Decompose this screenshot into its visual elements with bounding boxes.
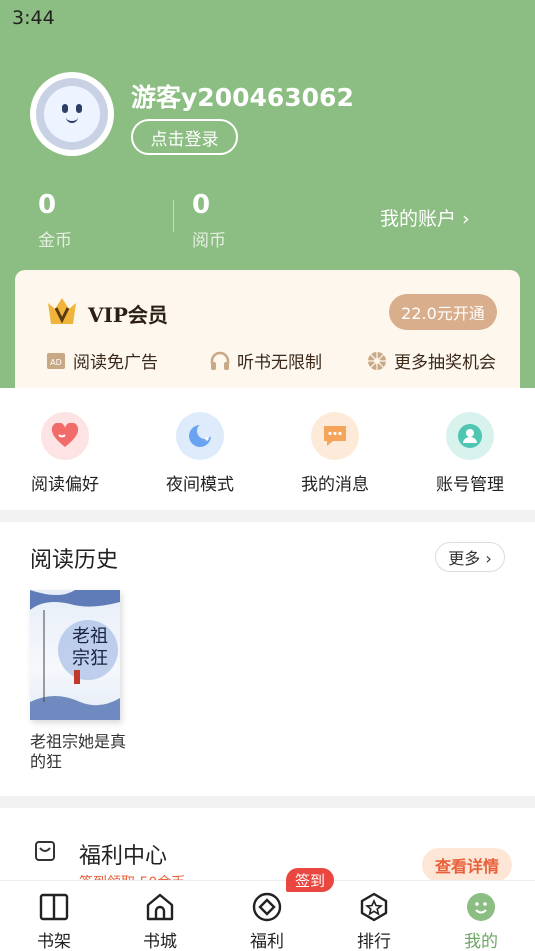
vip-open-button[interactable]: 22.0元开通 <box>389 294 497 330</box>
book-cover[interactable]: 老祖 宗狂 <box>30 590 120 720</box>
avatar-ring <box>36 78 108 150</box>
bookstore-icon <box>146 893 174 921</box>
my-account-link[interactable]: 我的账户 › <box>380 204 470 231</box>
welfare-title: 福利中心 <box>79 844 168 869</box>
ad-free-icon: AD <box>47 352 65 369</box>
tab-label: 排行 <box>357 932 391 951</box>
ranking-icon <box>360 892 388 922</box>
read-coin-label: 阅币 <box>192 231 226 251</box>
svg-text:AD: AD <box>50 358 62 367</box>
heart-icon <box>41 412 89 460</box>
headphones-icon <box>210 351 230 370</box>
tab-label: 书城 <box>143 932 177 951</box>
account-management-button[interactable]: 账号管理 <box>415 412 525 495</box>
account-icon <box>446 412 494 460</box>
quick-actions: 阅读偏好 夜间模式 我的消息 账号管理 <box>0 388 535 510</box>
book-title[interactable]: 老祖宗她是真的狂 <box>30 732 130 772</box>
tab-label: 福利 <box>250 932 284 951</box>
profile-icon <box>467 893 495 921</box>
welfare-details-button[interactable]: 查看详情 <box>422 848 512 882</box>
vip-feature-audiobook: 听书无限制 <box>209 348 322 373</box>
svg-text:老祖: 老祖 <box>72 626 108 647</box>
vip-feature-label: 阅读免广告 <box>73 353 158 373</box>
lottery-wheel-icon <box>368 351 386 370</box>
tab-bookshelf[interactable]: 书架 <box>19 891 89 951</box>
my-messages-button[interactable]: 我的消息 <box>280 412 390 495</box>
quick-action-label: 阅读偏好 <box>31 475 99 495</box>
bottom-tab-bar: 书架 书城 福利 排行 我的 <box>0 880 535 951</box>
welfare-center-section[interactable]: 福利中心 签到领取 50金币 查看详情 <box>0 808 535 891</box>
username: 游客y200463062 <box>131 83 354 112</box>
welfare-bag-icon <box>35 841 55 861</box>
avatar-face-icon <box>44 86 100 142</box>
stat-divider <box>173 200 174 232</box>
read-coin-value[interactable]: 0 <box>192 190 210 220</box>
tab-welfare[interactable]: 福利 <box>232 891 302 951</box>
history-more-button[interactable]: 更多 › <box>435 542 505 572</box>
tab-label: 书架 <box>37 932 71 951</box>
vip-feature-label: 听书无限制 <box>237 353 322 373</box>
login-button[interactable]: 点击登录 <box>131 119 238 155</box>
message-icon <box>311 412 359 460</box>
welfare-icon <box>252 892 282 922</box>
book-cover-art-icon: 老祖 宗狂 <box>30 590 120 720</box>
reading-history-section: 阅读历史 更多 › 老祖 宗狂 老祖宗她是真的狂 <box>0 522 535 796</box>
quick-action-label: 夜间模式 <box>166 475 234 495</box>
avatar[interactable] <box>30 72 114 156</box>
moon-icon <box>176 412 224 460</box>
vip-card[interactable]: VIP会员 22.0元开通 AD 阅读免广告 听书无限制 更多抽奖机会 <box>15 270 520 400</box>
tab-label: 我的 <box>464 932 498 951</box>
tab-profile[interactable]: 我的 <box>446 891 516 951</box>
reading-preference-button[interactable]: 阅读偏好 <box>10 412 120 495</box>
gold-label: 金币 <box>38 231 72 251</box>
vip-feature-lottery: 更多抽奖机会 <box>366 348 496 373</box>
bookshelf-icon <box>39 893 69 921</box>
vip-feature-no-ads: AD 阅读免广告 <box>45 348 158 373</box>
tab-bookstore[interactable]: 书城 <box>125 891 195 951</box>
crown-icon <box>48 298 76 324</box>
gold-value[interactable]: 0 <box>38 190 56 220</box>
tab-ranking[interactable]: 排行 <box>339 891 409 951</box>
history-title: 阅读历史 <box>30 548 119 573</box>
quick-action-label: 我的消息 <box>301 475 369 495</box>
svg-text:宗狂: 宗狂 <box>72 648 108 669</box>
night-mode-button[interactable]: 夜间模式 <box>145 412 255 495</box>
sign-in-badge[interactable]: 签到 <box>286 868 334 892</box>
status-time: 3:44 <box>12 7 55 29</box>
quick-action-label: 账号管理 <box>436 475 504 495</box>
vip-feature-label: 更多抽奖机会 <box>394 353 496 373</box>
vip-title: VIP会员 <box>88 303 168 327</box>
